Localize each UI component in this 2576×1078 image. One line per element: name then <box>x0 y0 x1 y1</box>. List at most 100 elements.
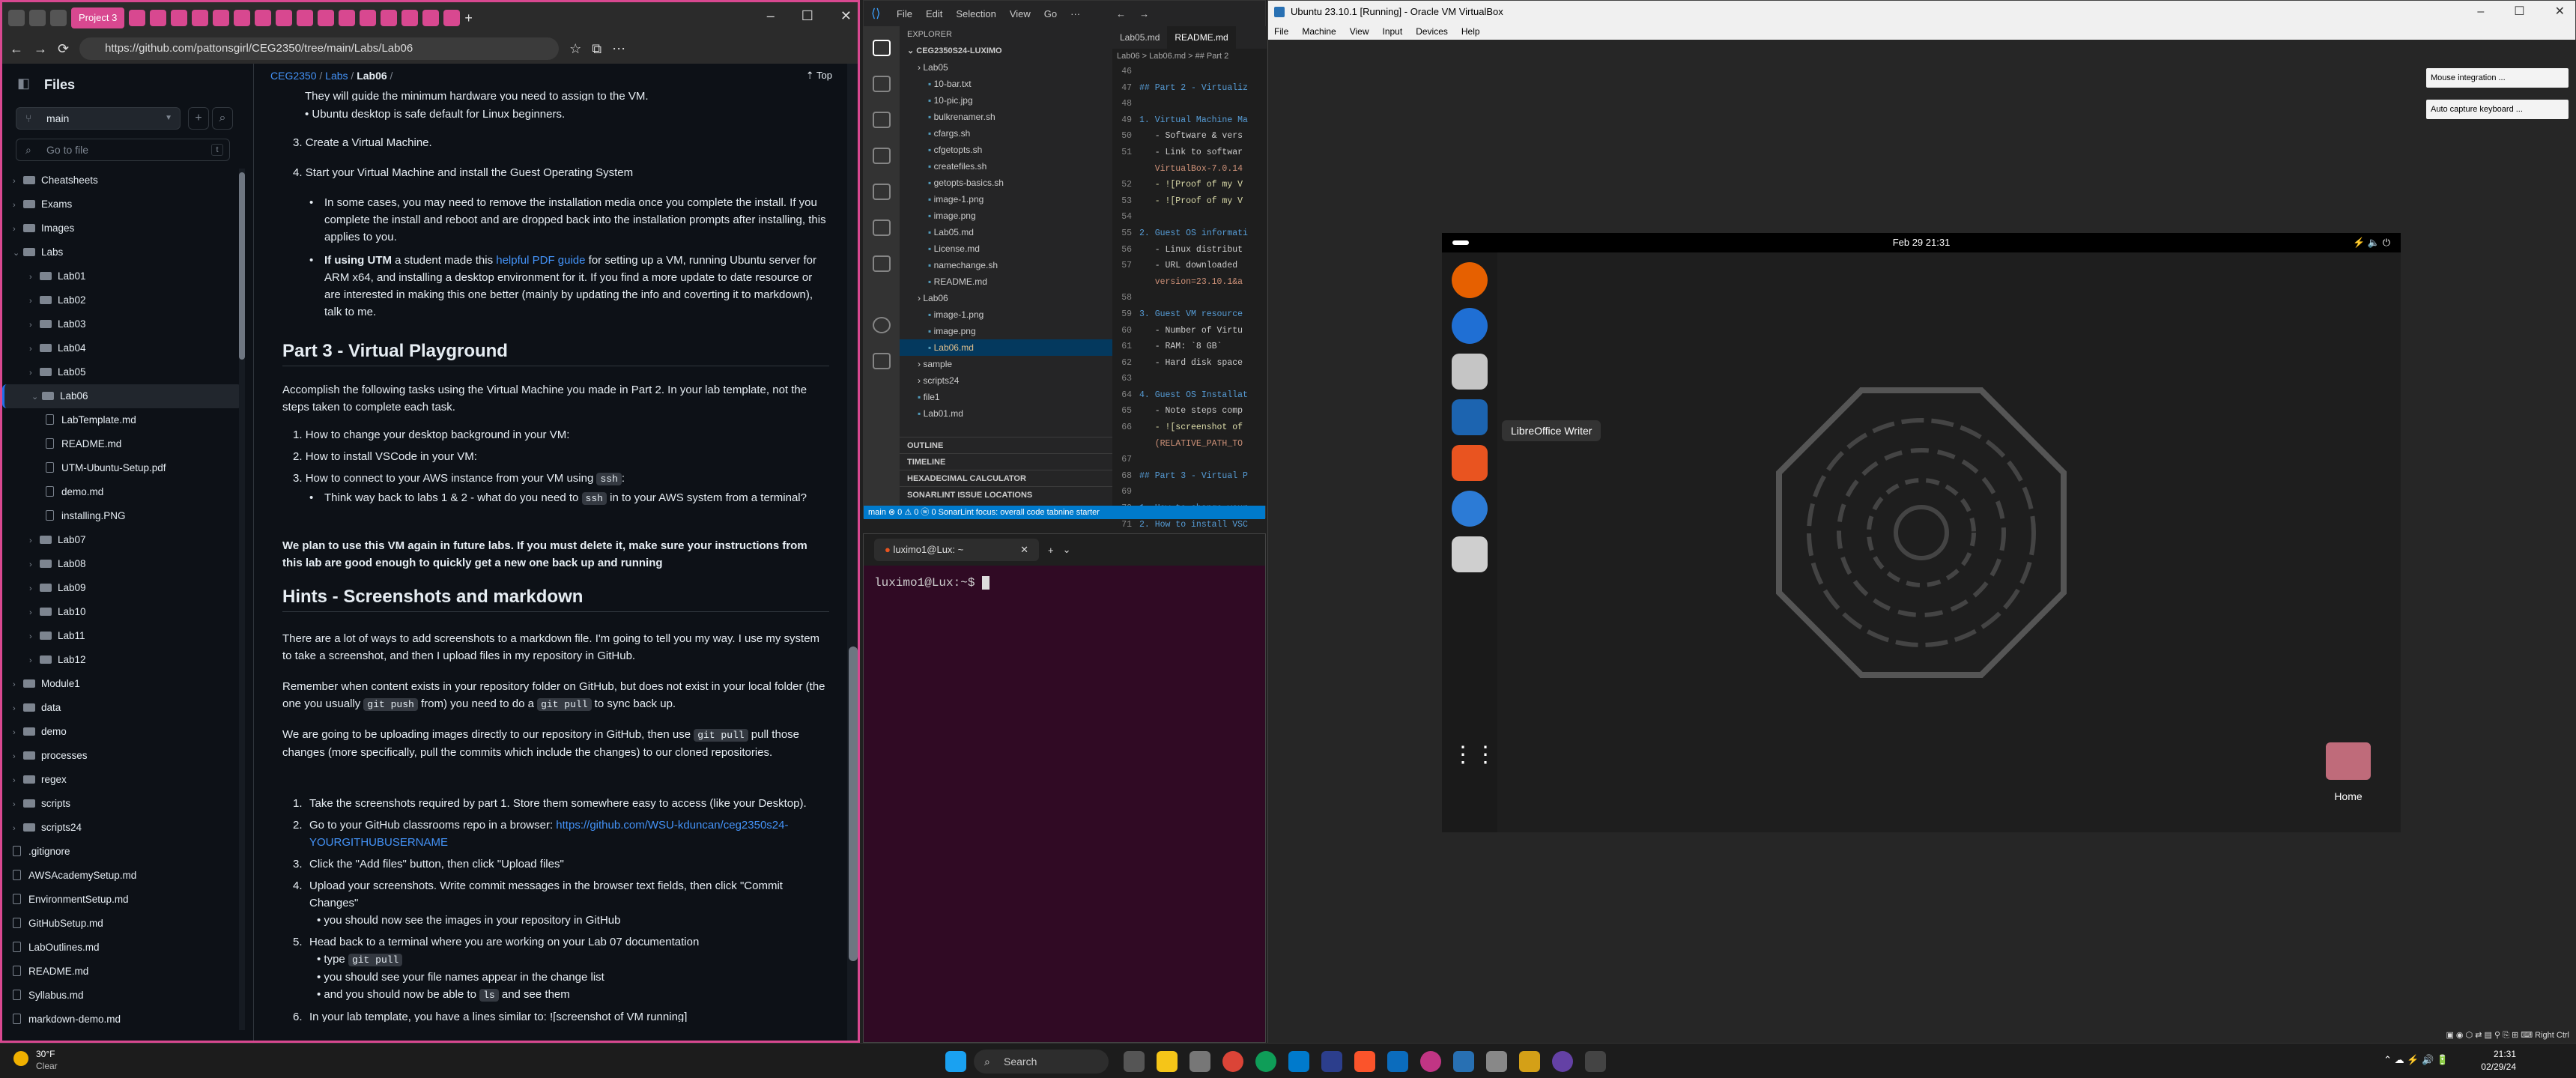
tab-icon[interactable] <box>443 10 461 26</box>
explorer-icon[interactable] <box>873 40 891 56</box>
tab-icon[interactable] <box>150 10 167 26</box>
virtualbox-taskbar-icon[interactable] <box>1453 1051 1474 1072</box>
explorer-file[interactable]: ▪ bulkrenamer.sh <box>900 109 1112 125</box>
menu-devices[interactable]: Devices <box>1416 23 1448 40</box>
tree-folder[interactable]: › processes <box>2 744 242 768</box>
menu-file[interactable]: File <box>897 8 912 19</box>
app-icon[interactable] <box>1321 1051 1342 1072</box>
sidebar-scrollbar-thumb[interactable] <box>239 172 245 360</box>
chrome-icon[interactable] <box>1222 1051 1243 1072</box>
file-explorer-icon[interactable] <box>1157 1051 1178 1072</box>
libreoffice-writer-icon[interactable] <box>1452 399 1488 435</box>
tree-file[interactable]: installing.PNG <box>2 504 242 528</box>
forward-icon[interactable]: → <box>34 41 47 57</box>
close-icon[interactable]: ✕ <box>1020 539 1028 561</box>
tree-folder[interactable]: › data <box>2 696 242 720</box>
explorer-folder[interactable]: › scripts24 <box>900 372 1112 389</box>
url-field[interactable]: https://github.com/pattonsgirl/CEG2350/t… <box>79 37 560 60</box>
code-area[interactable]: 46 47 ## Part 2 - Virtualiz 48 49 1. Virtual … <box>1112 64 1267 549</box>
gnome-clock[interactable]: Feb 29 21:31 <box>1893 237 1951 248</box>
terminal-prompt[interactable]: luximo1@Lux:~$ _ <box>874 576 990 590</box>
explorer-file[interactable]: ▪ image-1.png <box>900 306 1112 323</box>
tree-folder[interactable]: › Lab09 <box>2 576 242 600</box>
tab-icon[interactable] <box>213 10 230 26</box>
tab-lab05[interactable]: Lab05.md <box>1112 26 1167 49</box>
close-icon[interactable]: ✕ <box>2555 1 2565 23</box>
taskbar-search[interactable]: ⌕ Search <box>974 1050 1109 1074</box>
files-icon[interactable] <box>1452 354 1488 390</box>
extensions-icon[interactable] <box>873 184 891 200</box>
explorer-file[interactable]: ▪ License.md <box>900 240 1112 257</box>
branch-selector[interactable]: ⑂ main ▼ <box>16 107 181 130</box>
pdf-guide-link[interactable]: helpful PDF guide <box>496 254 585 267</box>
activities-icon[interactable] <box>1452 240 1469 245</box>
tree-file[interactable]: UTM-Ubuntu-Setup.pdf <box>2 456 242 480</box>
tree-file[interactable]: markdown-demo.md <box>2 1008 242 1032</box>
explorer-file[interactable]: ▪ image.png <box>900 323 1112 339</box>
tree-folder[interactable]: › Images <box>2 216 242 240</box>
tree-file[interactable]: EnvironmentSetup.md <box>2 888 242 912</box>
tree-file[interactable]: AWSAcademySetup.md <box>2 864 242 888</box>
tree-folder[interactable]: › Lab03 <box>2 312 242 336</box>
app-center-icon[interactable] <box>1452 445 1488 481</box>
explorer-section-header[interactable]: TIMELINE <box>900 453 1112 470</box>
explorer-folder[interactable]: › Lab06 <box>900 290 1112 306</box>
top-button[interactable]: ⇡ Top <box>806 70 832 82</box>
menu-view[interactable]: View <box>1350 23 1369 40</box>
home-folder-icon[interactable] <box>2326 742 2371 780</box>
notification-mouse[interactable]: Mouse integration ... <box>2426 68 2569 88</box>
tree-folder[interactable]: ⌄ Labs <box>2 240 242 264</box>
explorer-file[interactable]: ▪ createfiles.sh <box>900 158 1112 175</box>
help-icon[interactable] <box>1452 491 1488 527</box>
maximize-icon[interactable]: ☐ <box>801 8 813 24</box>
settings-icon[interactable]: ⋯ <box>612 41 625 57</box>
explorer-folder[interactable]: › Lab05 <box>900 59 1112 76</box>
tree-folder[interactable]: › Lab02 <box>2 288 242 312</box>
tree-folder[interactable]: › scripts24 <box>2 816 242 840</box>
star-icon[interactable]: ☆ <box>569 41 581 57</box>
source-control-icon[interactable] <box>873 112 891 128</box>
tree-folder[interactable]: › Exams <box>2 193 242 216</box>
system-tray-icons[interactable]: ⚡ 🔈 ⏻ <box>2353 233 2390 252</box>
explorer-file[interactable]: ▪ cfargs.sh <box>900 125 1112 142</box>
tree-folder[interactable]: › Lab04 <box>2 336 242 360</box>
vscode-taskbar-icon[interactable] <box>1288 1051 1309 1072</box>
trash-icon[interactable] <box>1452 536 1488 572</box>
github-icon[interactable] <box>873 219 891 236</box>
tree-folder[interactable]: › regex <box>2 768 242 792</box>
show-apps-icon[interactable]: ⋮⋮ <box>1452 737 1497 773</box>
tree-folder[interactable]: ⌄ Lab06 <box>2 384 242 408</box>
explorer-file[interactable]: ▪ image-1.png <box>900 191 1112 208</box>
extensions-icon[interactable]: ⧉ <box>592 41 601 57</box>
terminal-tab[interactable]: ● luximo1@Lux: ~ ✕ <box>874 539 1039 561</box>
menu-help[interactable]: Help <box>1461 23 1480 40</box>
tree-folder[interactable]: › Lab05 <box>2 360 242 384</box>
app-icon[interactable] <box>1519 1051 1540 1072</box>
explorer-file[interactable]: ▪ Lab06.md <box>900 339 1112 356</box>
ubuntu-vm-screen[interactable]: Feb 29 21:31 ⚡ 🔈 ⏻ ⋮⋮ LibreOffice Writer… <box>1442 233 2401 832</box>
menu-edit[interactable]: Edit <box>926 8 942 19</box>
search-button[interactable]: ⌕ <box>212 107 233 130</box>
start-button[interactable] <box>945 1051 966 1072</box>
explorer-file[interactable]: ▪ image.png <box>900 208 1112 224</box>
menu-view[interactable]: View <box>1010 8 1031 19</box>
tree-file[interactable]: README.md <box>2 432 242 456</box>
tab-icon[interactable] <box>422 10 440 26</box>
sidebar-collapse-icon[interactable]: ◧ <box>17 76 30 91</box>
profile-icon[interactable] <box>8 10 25 26</box>
app-icon[interactable] <box>1486 1051 1507 1072</box>
tree-folder[interactable]: › Lab11 <box>2 624 242 648</box>
tab-icon[interactable] <box>234 10 251 26</box>
app-icon[interactable] <box>1189 1051 1210 1072</box>
menu-more[interactable]: ··· <box>1070 8 1080 19</box>
close-icon[interactable]: ✕ <box>840 8 852 24</box>
nav-forward-icon[interactable]: → <box>1139 8 1149 19</box>
tree-folder[interactable]: › Module1 <box>2 672 242 696</box>
active-tab[interactable]: Project 3 <box>71 7 125 28</box>
manage-gear-icon[interactable] <box>873 353 891 369</box>
tab-icon[interactable] <box>192 10 209 26</box>
tree-file[interactable]: GitHubSetup.md <box>2 912 242 936</box>
explorer-section-header[interactable]: OUTLINE <box>900 437 1112 453</box>
tree-file[interactable]: LabTemplate.md <box>2 408 242 432</box>
new-tab-icon[interactable]: + <box>464 10 473 26</box>
